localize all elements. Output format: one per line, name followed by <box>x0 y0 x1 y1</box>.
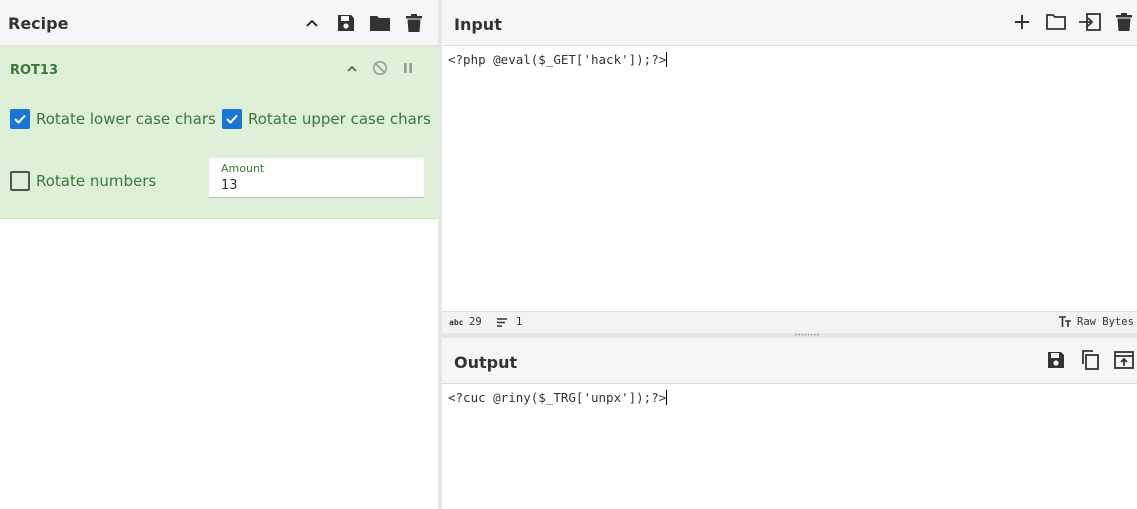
rotate-numbers-label: Rotate numbers <box>36 172 157 190</box>
add-input-tab-button[interactable] <box>1010 10 1034 34</box>
character-count-icon: abc <box>449 318 464 327</box>
operation-name: ROT13 <box>10 63 59 78</box>
input-editor[interactable]: <?php @eval($_GET['hack']);?> <box>448 52 668 67</box>
cyberchef-app: Recipe ROT13 Rotate lower case chars Rot… <box>0 0 1137 509</box>
input-title: Input <box>454 15 502 34</box>
folder-open-icon <box>1046 14 1066 30</box>
rotate-upper-checkbox[interactable] <box>222 109 242 129</box>
trash-icon <box>406 14 422 32</box>
input-length: 29 <box>469 316 482 328</box>
load-recipe-button[interactable] <box>368 11 392 35</box>
amount-input[interactable] <box>221 178 401 193</box>
plus-icon <box>1015 15 1029 29</box>
checkmark-icon <box>14 114 26 124</box>
output-title: Output <box>454 353 518 372</box>
chevron-up-icon <box>347 65 357 72</box>
copy-output-button[interactable] <box>1078 348 1102 372</box>
rotate-upper-option[interactable]: Rotate upper case chars <box>222 109 431 129</box>
lines-icon <box>496 317 508 331</box>
folder-icon <box>370 16 390 31</box>
disable-operation-button[interactable] <box>368 56 392 80</box>
chevron-up-icon <box>306 19 318 27</box>
save-icon <box>338 15 354 31</box>
rotate-lower-checkbox[interactable] <box>10 109 30 129</box>
clear-recipe-button[interactable] <box>402 11 426 35</box>
output-header: Output <box>442 338 1137 384</box>
open-folder-button[interactable] <box>1044 10 1068 34</box>
copy-icon <box>1082 350 1099 370</box>
trash-icon <box>1116 13 1132 31</box>
replace-input-with-output-button[interactable] <box>1112 348 1136 372</box>
save-recipe-button[interactable] <box>334 11 358 35</box>
pause-icon <box>404 63 412 73</box>
rotate-lower-label: Rotate lower case chars <box>36 110 216 128</box>
input-status-bar: abc 29 1 Raw Bytes <box>442 311 1137 333</box>
rotate-lower-option[interactable]: Rotate lower case chars <box>10 109 216 129</box>
minimise-operation-button[interactable] <box>340 57 364 81</box>
checkmark-icon <box>226 114 238 124</box>
recipe-panel: Recipe ROT13 Rotate lower case chars Rot… <box>0 0 438 509</box>
output-text: <?cuc @riny($_TRG['unpx']);?> <box>448 390 667 405</box>
save-icon <box>1048 352 1064 368</box>
recipe-header: Recipe <box>0 0 438 46</box>
amount-label: Amount <box>221 162 265 175</box>
recipe-title: Recipe <box>8 14 69 33</box>
open-file-button[interactable] <box>1078 10 1102 34</box>
operation-rot13: ROT13 Rotate lower case chars Rotate upp… <box>0 46 438 219</box>
rotate-upper-label: Rotate upper case chars <box>248 110 431 128</box>
text-format-icon[interactable] <box>1058 316 1072 331</box>
amount-field[interactable]: Amount <box>209 158 424 198</box>
clear-input-button[interactable] <box>1112 10 1136 34</box>
disable-icon <box>373 61 387 75</box>
collapse-recipe-button[interactable] <box>300 11 324 35</box>
encoding-label[interactable]: Raw Bytes <box>1077 316 1134 328</box>
rotate-numbers-checkbox[interactable] <box>10 171 30 191</box>
breakpoint-button[interactable] <box>396 56 420 80</box>
output-editor[interactable]: <?cuc @riny($_TRG['unpx']);?> <box>448 390 668 405</box>
save-output-button[interactable] <box>1044 348 1068 372</box>
input-header: Input <box>442 0 1137 46</box>
input-lines: 1 <box>516 316 523 328</box>
text-cursor <box>666 52 668 67</box>
text-cursor <box>666 390 668 405</box>
io-panel: Input <?php @eval($_GET['hack']);?> abc … <box>442 0 1137 509</box>
rotate-numbers-option[interactable]: Rotate numbers <box>10 171 156 191</box>
move-to-input-icon <box>1114 351 1134 369</box>
input-text: <?php @eval($_GET['hack']);?> <box>448 52 667 67</box>
input-file-icon <box>1079 13 1101 31</box>
